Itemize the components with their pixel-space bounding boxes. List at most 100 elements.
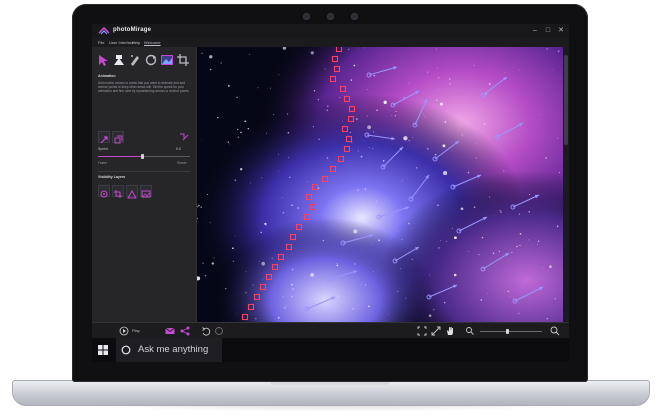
select-arrows-icon[interactable] [178, 131, 190, 143]
star [442, 144, 446, 148]
star [427, 71, 429, 73]
star [537, 240, 540, 242]
maximize-button[interactable]: □ [542, 26, 554, 36]
star [198, 205, 200, 207]
undo-icon[interactable] [201, 326, 211, 336]
sensor-dot [352, 14, 357, 19]
star [291, 283, 293, 286]
redo-icon[interactable] [214, 326, 224, 336]
layer-crop-toggle[interactable] [112, 185, 124, 198]
motion-arrow-button[interactable] [98, 131, 110, 144]
image-tool-icon[interactable] [160, 53, 174, 67]
app-logo-icon [98, 27, 110, 35]
fit-to-screen-icon[interactable] [417, 326, 427, 336]
star [473, 206, 476, 209]
menu-file[interactable]: File [98, 39, 104, 46]
star [400, 268, 402, 270]
menu-welcome[interactable]: Welcome [144, 39, 161, 46]
star [383, 100, 387, 105]
hand-pan-icon[interactable] [445, 326, 455, 336]
zoom-slider[interactable] [480, 329, 542, 334]
star [403, 136, 408, 141]
star [356, 118, 358, 120]
star [236, 96, 238, 99]
close-button[interactable]: ✕ [555, 26, 567, 36]
animation-heading: Animation [98, 74, 116, 78]
minimize-button[interactable]: – [529, 26, 541, 36]
sequence-icon [114, 135, 123, 144]
menu-bar: File User Interface Help Welcome [92, 38, 569, 47]
speed-slider-handle[interactable] [140, 154, 144, 159]
play-label[interactable]: Play [132, 328, 140, 333]
zoom-out-icon[interactable] [465, 326, 475, 336]
layer-motion-toggle[interactable] [98, 185, 110, 198]
layer-anchor-icon [127, 189, 137, 199]
canvas-scrollbar-thumb[interactable] [564, 55, 568, 145]
star [368, 147, 370, 148]
star [210, 68, 212, 71]
mail-icon[interactable] [165, 326, 175, 336]
windows-start-icon[interactable] [98, 345, 108, 355]
sensor-dot [304, 14, 309, 19]
zoom-slider-handle[interactable] [506, 329, 509, 334]
arrow-tool-icon[interactable] [96, 53, 110, 67]
star [401, 180, 403, 182]
star [322, 239, 325, 242]
star [239, 167, 243, 171]
star [433, 309, 435, 311]
star [558, 171, 561, 174]
star [518, 213, 521, 215]
star [394, 115, 396, 117]
fullscreen-icon[interactable] [431, 326, 441, 336]
image-canvas[interactable] [197, 47, 563, 322]
star [480, 299, 482, 301]
zoom-in-icon[interactable] [550, 326, 560, 336]
star [327, 105, 329, 107]
star [373, 131, 375, 133]
loop-tool-icon[interactable] [144, 53, 158, 67]
star [278, 170, 280, 172]
star [261, 261, 265, 266]
star [437, 89, 439, 90]
starry-nebula-image[interactable] [197, 47, 563, 322]
star [516, 245, 518, 248]
star [360, 155, 363, 158]
star [291, 268, 294, 271]
star [461, 134, 463, 136]
star [376, 109, 378, 112]
star [297, 207, 299, 209]
anchor-tool-icon[interactable] [112, 53, 126, 67]
star [434, 153, 437, 156]
eraser-tool-icon[interactable] [128, 53, 142, 67]
cortana-search-box[interactable]: Ask me anything [116, 338, 222, 362]
menu-help[interactable]: Help [132, 39, 140, 46]
star [438, 247, 440, 249]
layer-crop-icon [114, 190, 122, 198]
share-icon[interactable] [180, 326, 190, 336]
star [364, 188, 367, 190]
crop-tool-icon[interactable] [176, 53, 190, 67]
star [492, 252, 495, 255]
sequence-button[interactable] [112, 131, 124, 144]
play-icon[interactable] [119, 326, 129, 336]
canvas-scrollbar[interactable] [563, 47, 569, 322]
speed-slider[interactable] [98, 154, 190, 159]
star [232, 247, 234, 250]
star [475, 157, 477, 159]
star [519, 69, 520, 71]
cortana-icon [121, 345, 131, 355]
star [266, 225, 267, 226]
star [408, 82, 410, 84]
star [416, 167, 418, 169]
star [282, 296, 284, 298]
layer-image-toggle[interactable] [140, 185, 152, 198]
star [449, 78, 451, 80]
star [467, 171, 470, 174]
menu-user-interface[interactable]: User Interface [109, 39, 134, 46]
layer-anchor-toggle[interactable] [126, 185, 138, 199]
star [262, 278, 264, 280]
star [519, 233, 522, 235]
star [473, 64, 475, 66]
star [504, 72, 506, 74]
star [310, 51, 314, 55]
